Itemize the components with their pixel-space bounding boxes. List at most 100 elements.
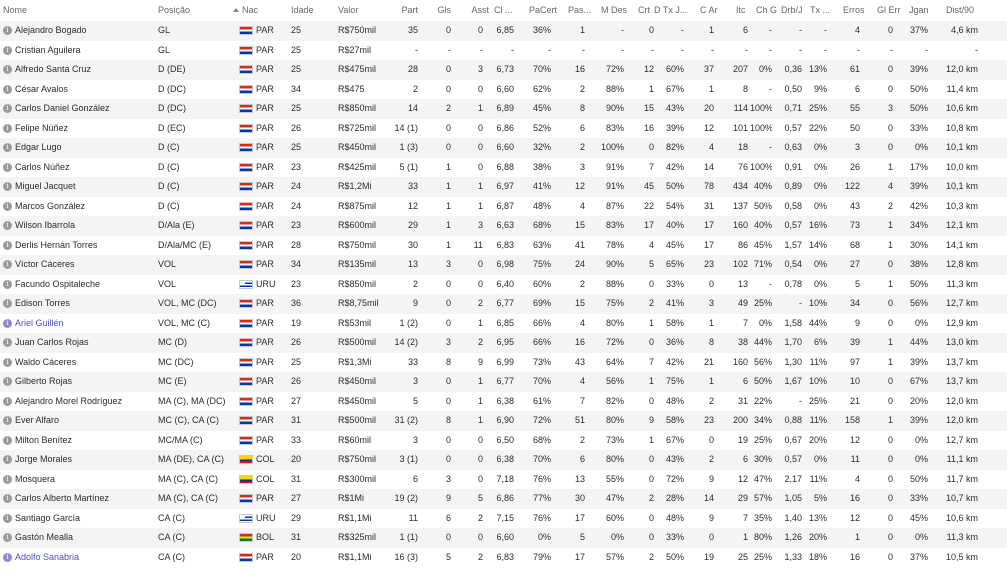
col-header-pass-pct[interactable]: PaCert <box>529 0 564 21</box>
player-name[interactable]: Alejandro Morel Rodríguez <box>15 392 155 412</box>
table-row[interactable]: i Ever Alfaro MC (C), CA (C) PAR 31 R$500mil 3… <box>0 411 1007 431</box>
table-row[interactable]: i Mosquera MA (C), CA (C) COL 31 R$300mil 6 3 0 7… <box>0 470 1007 490</box>
col-header-win-pct[interactable]: Jgan <box>909 0 937 21</box>
table-row[interactable]: i Miguel Jacquet D (C) PAR 24 R$1,2Mi 33 1 1 6,97… <box>0 177 1007 197</box>
info-icon[interactable]: i <box>3 338 12 347</box>
info-icon[interactable]: i <box>3 494 12 503</box>
table-row[interactable]: i Cristian Aguilera GL PAR 25 R$27mil - - - - - - - -… <box>0 41 1007 61</box>
col-header-name[interactable]: Nome <box>3 0 153 21</box>
player-name[interactable]: Waldo Cáceres <box>15 353 155 373</box>
info-icon[interactable]: i <box>3 182 12 191</box>
table-row[interactable]: i Edgar Lugo D (C) PAR 25 R$450mil 1 (3) 0 0 6,60… <box>0 138 1007 158</box>
col-header-conversion[interactable]: Tx ... <box>810 0 835 21</box>
player-name[interactable]: Carlos Daniel González <box>15 99 155 119</box>
info-icon[interactable]: i <box>3 396 12 406</box>
table-row[interactable]: i Derlis Hernán Torres D/Ala/MC (E) PAR 28 R$… <box>0 236 1007 256</box>
info-icon[interactable]: i <box>3 416 12 425</box>
info-icon[interactable]: i <box>3 240 12 250</box>
table-row[interactable]: i César Avalos D (DC) PAR 34 R$475 2 0 0 6,60 62% 2… <box>0 80 1007 100</box>
info-icon[interactable]: i <box>3 474 12 484</box>
col-header-chances[interactable]: Ch G <box>756 0 780 21</box>
player-name[interactable]: Víctor Cáceres <box>15 255 155 275</box>
player-name[interactable]: Ever Alfaro <box>15 411 155 431</box>
player-name[interactable]: Wilson Ibarrola <box>15 216 155 236</box>
table-row[interactable]: i Alejandro Morel Rodríguez MA (C), MA (DC… <box>0 392 1007 412</box>
info-icon[interactable]: i <box>3 357 12 367</box>
info-icon[interactable]: i <box>3 455 12 464</box>
table-row[interactable]: i Wilson Ibarrola D/Ala (E) PAR 23 R$600mil 29… <box>0 216 1007 236</box>
player-name[interactable]: Felipe Núñez <box>15 119 155 139</box>
player-name[interactable]: Carlos Núñez <box>15 158 155 178</box>
col-header-interceptions[interactable]: Itc <box>736 0 756 21</box>
player-name[interactable]: Miguel Jacquet <box>15 177 155 197</box>
table-row[interactable]: i Carlos Núñez D (C) PAR 23 R$425mil 5 (1) 1 0 6,… <box>0 158 1007 178</box>
table-row[interactable]: i Santiago García CA (C) URU 29 R$1,1Mi 11 6 2 7,… <box>0 509 1007 529</box>
info-icon[interactable]: i <box>3 123 12 133</box>
col-header-dribbles-per-game[interactable]: Drb/J <box>781 0 807 21</box>
info-icon[interactable]: i <box>3 513 12 523</box>
player-name[interactable]: Cristian Aguilera <box>15 41 155 61</box>
player-name[interactable]: Juan Carlos Rojas <box>15 333 155 353</box>
table-row[interactable]: i Adolfo Sanabria CA (C) PAR 20 R$1,1Mi 16 (3)… <box>0 548 1007 568</box>
info-icon[interactable]: i <box>3 162 12 172</box>
player-name[interactable]: Alfredo Santa Cruz <box>15 60 155 80</box>
info-icon[interactable]: i <box>3 552 12 562</box>
player-name[interactable]: Edgar Lugo <box>15 138 155 158</box>
info-icon[interactable]: i <box>3 65 12 74</box>
table-row[interactable]: i Facundo Ospitaleche VOL URU 23 R$850mil 2 0 0 6… <box>0 275 1007 295</box>
table-row[interactable]: i Waldo Cáceres MC (DC) PAR 25 R$1,3Mi 33 8 9 6,9… <box>0 353 1007 373</box>
table-row[interactable]: i Jorge Morales MA (DE), CA (C) COL 20 R$750m… <box>0 450 1007 470</box>
player-name[interactable]: Ariel Guillén <box>15 314 155 334</box>
col-header-errors[interactable]: Erros <box>843 0 869 21</box>
col-header-distance[interactable]: Dist/90 <box>946 0 986 21</box>
col-header-apps[interactable]: Part <box>380 0 418 21</box>
player-name[interactable]: Jorge Morales <box>15 450 155 470</box>
info-icon[interactable]: i <box>3 299 12 308</box>
col-header-position[interactable]: Posição <box>158 0 233 21</box>
col-header-goal-errors[interactable]: Gl Err <box>877 0 905 21</box>
player-name[interactable]: Carlos Alberto Martínez <box>15 489 155 509</box>
info-icon[interactable]: i <box>3 318 12 328</box>
col-header-dribbles[interactable]: M Des <box>601 0 633 21</box>
col-header-rating[interactable]: Cl ... <box>494 0 524 21</box>
col-header-assists[interactable]: Asst <box>463 0 489 21</box>
info-icon[interactable]: i <box>3 26 12 35</box>
col-header-key-passes[interactable]: Pas... <box>568 0 593 21</box>
info-icon[interactable]: i <box>3 201 12 211</box>
table-row[interactable]: i Ariel Guillén VOL, MC (C) PAR 19 R$53mil 1 (… <box>0 314 1007 334</box>
table-row[interactable]: i Alfredo Santa Cruz D (DE) PAR 25 R$475mil 28… <box>0 60 1007 80</box>
table-row[interactable]: i Marcos González D (C) PAR 24 R$875mil 12 1 1 6,… <box>0 197 1007 217</box>
table-row[interactable]: i Víctor Cáceres VOL PAR 34 R$135mil 13 3 0 6,98 7… <box>0 255 1007 275</box>
table-row[interactable]: i Alejandro Bogado GL PAR 25 R$750mil 35 0 0 6,85… <box>0 21 1007 41</box>
info-icon[interactable]: i <box>3 104 12 113</box>
player-name[interactable]: Marcos González <box>15 197 155 217</box>
player-name[interactable]: Adolfo Sanabria <box>15 548 155 568</box>
table-row[interactable]: i Carlos Daniel González D (DC) PAR 25 R$850m… <box>0 99 1007 119</box>
player-name[interactable]: Alejandro Bogado <box>15 21 155 41</box>
player-name[interactable]: Derlis Hernán Torres <box>15 236 155 256</box>
player-name[interactable]: Milton Benítez <box>15 431 155 451</box>
table-row[interactable]: i Felipe Núñez D (EC) PAR 26 R$725mil 14 (1) 0 0… <box>0 119 1007 139</box>
info-icon[interactable]: i <box>3 377 12 386</box>
col-header-headers[interactable]: C Ar <box>700 0 724 21</box>
table-row[interactable]: i Edison Torres VOL, MC (DC) PAR 36 R$8,75mil… <box>0 294 1007 314</box>
player-name[interactable]: Gilberto Rojas <box>15 372 155 392</box>
col-header-nationality[interactable]: Nac <box>233 0 283 21</box>
player-name[interactable]: Facundo Ospitaleche <box>15 275 155 295</box>
col-header-goals[interactable]: Gls <box>432 0 452 21</box>
player-name[interactable]: Mosquera <box>15 470 155 490</box>
table-row[interactable]: i Juan Carlos Rojas MC (D) PAR 26 R$500mil 14 … <box>0 333 1007 353</box>
player-name[interactable]: Edison Torres <box>15 294 155 314</box>
player-name[interactable]: Santiago García <box>15 509 155 529</box>
col-header-crosses[interactable]: Crt <box>638 0 654 21</box>
table-row[interactable]: i Milton Benítez MC/MA (C) PAR 33 R$60mil 3 0 0 6… <box>0 431 1007 451</box>
info-icon[interactable]: i <box>3 84 12 94</box>
col-header-tackle-pct[interactable]: D Tx J... <box>654 0 694 21</box>
info-icon[interactable]: i <box>3 279 12 289</box>
info-icon[interactable]: i <box>3 260 12 269</box>
info-icon[interactable]: i <box>3 435 12 445</box>
info-icon[interactable]: i <box>3 143 12 152</box>
player-name[interactable]: César Avalos <box>15 80 155 100</box>
col-header-age[interactable]: Idade <box>291 0 331 21</box>
info-icon[interactable]: i <box>3 45 12 55</box>
